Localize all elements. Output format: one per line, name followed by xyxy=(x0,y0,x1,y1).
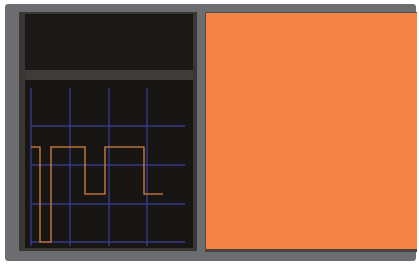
display-bottom-edge xyxy=(205,249,417,252)
waveform-screen xyxy=(25,80,193,248)
waveform-grid xyxy=(30,88,185,246)
square-wave-signal xyxy=(31,146,163,243)
top-screen xyxy=(25,14,193,70)
orange-display xyxy=(206,13,417,249)
waveform-plot xyxy=(30,88,185,246)
screen-divider xyxy=(25,70,193,80)
